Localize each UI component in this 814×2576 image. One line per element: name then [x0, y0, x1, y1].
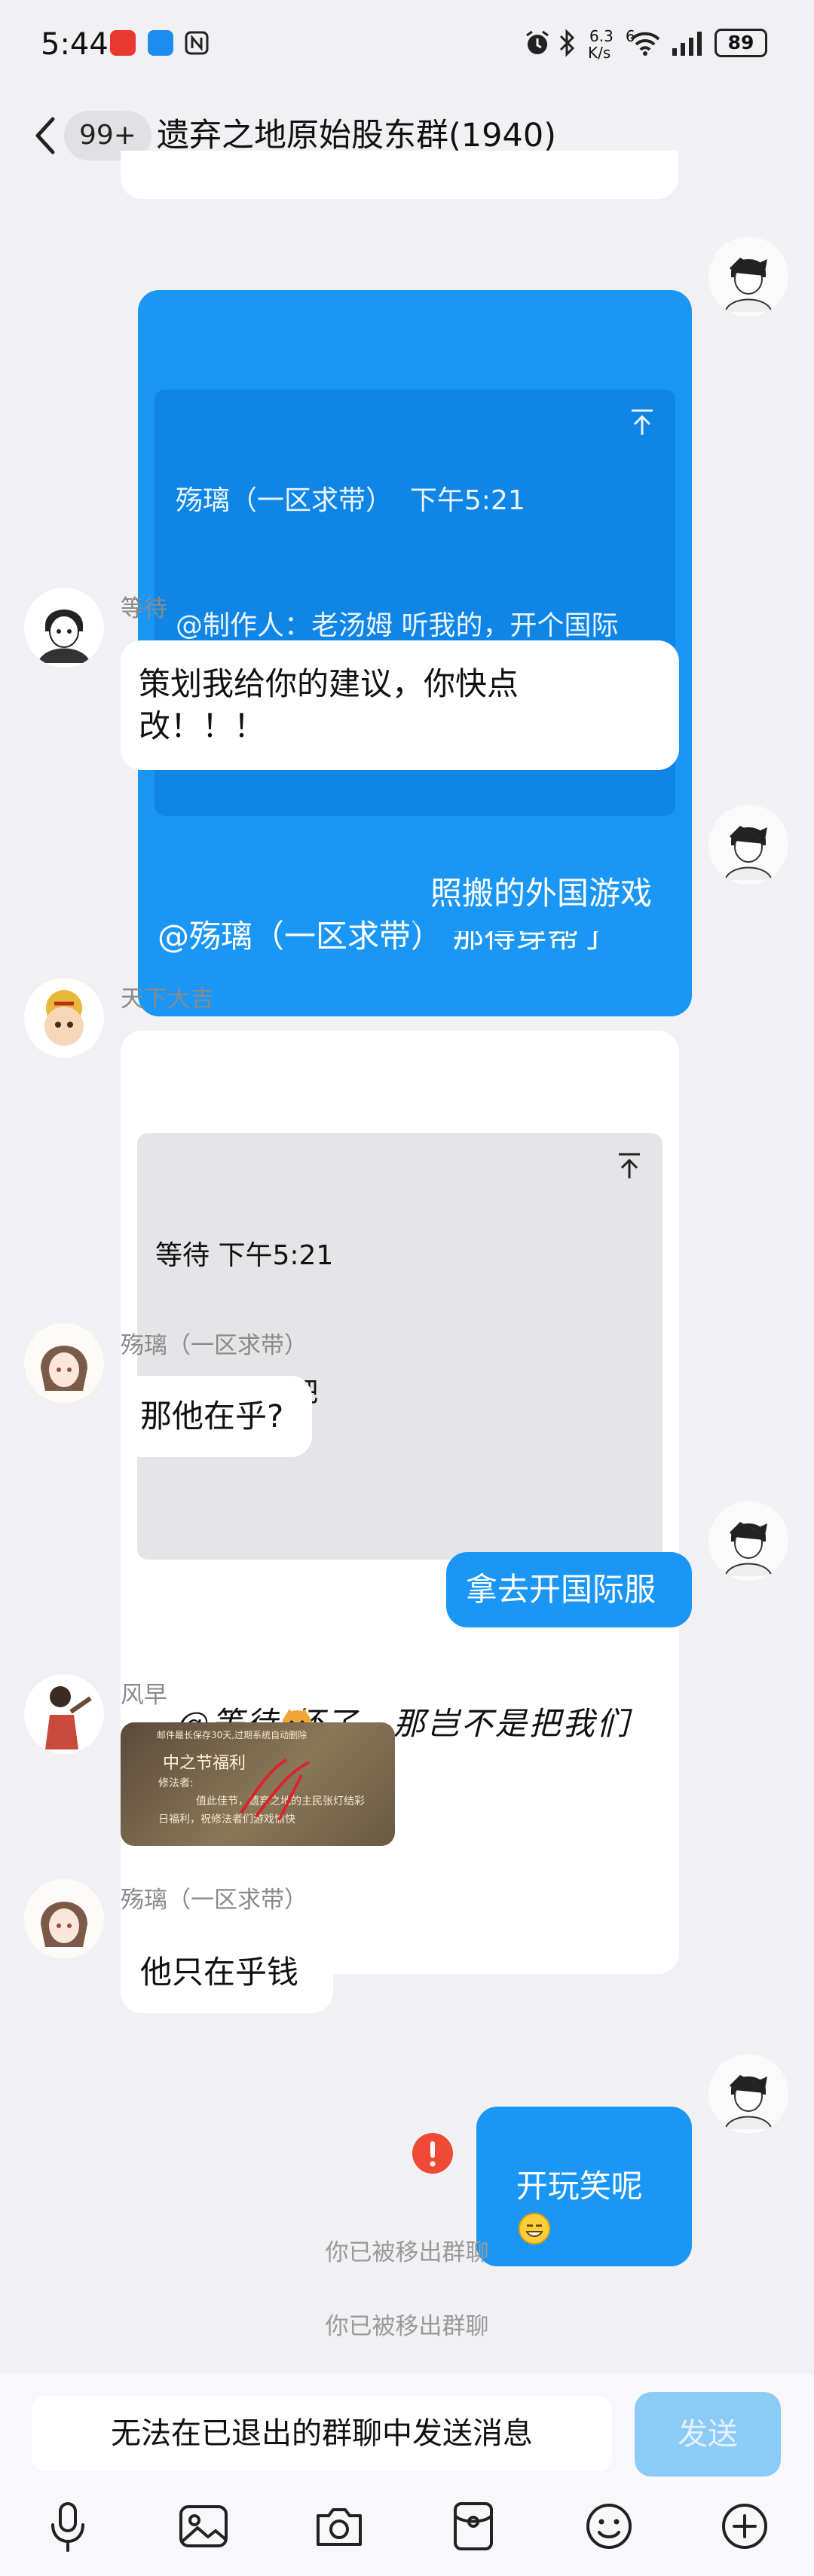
back-arrow-icon[interactable]	[27, 113, 69, 158]
image-line: 修法者:	[158, 1777, 194, 1789]
send-failed-icon[interactable]	[412, 2132, 454, 2174]
my-avatar[interactable]	[708, 237, 788, 316]
message-bubble-incoming[interactable]: 那他在乎?	[121, 1376, 312, 1457]
send-button[interactable]: 发送	[635, 2392, 781, 2477]
sender-name: 等待	[121, 595, 167, 622]
red-packet-icon[interactable]	[443, 2496, 503, 2556]
nfc-icon	[185, 31, 209, 55]
my-avatar[interactable]	[708, 805, 788, 885]
message-input-disabled: 无法在已退出的群聊中发送消息	[32, 2396, 612, 2471]
image-icon[interactable]	[173, 2496, 234, 2556]
battery-level: 89	[727, 32, 754, 53]
signal-icon	[672, 32, 702, 56]
sender-avatar[interactable]	[24, 588, 104, 668]
system-message: 你已被移出群聊	[325, 2313, 489, 2340]
quote-time: 下午5:21	[218, 1240, 334, 1271]
jump-to-quote-icon[interactable]	[629, 408, 656, 438]
message-text: 开玩笑呢	[516, 2168, 643, 2205]
status-time: 5:44	[41, 27, 109, 62]
quote-sender: 殇璃（一区求带）	[176, 485, 393, 516]
sender-avatar[interactable]	[24, 978, 104, 1058]
net-speed-unit: K/s	[588, 44, 611, 62]
message-bubble-outgoing[interactable]: 拿去开国际服	[446, 1552, 692, 1627]
message-bubble-outgoing[interactable]: 照搬的外国游戏	[411, 856, 692, 931]
bluetooth-icon	[559, 29, 575, 57]
my-avatar[interactable]	[708, 2054, 788, 2134]
status-bar: 5:44 6.3 K/s 6 89	[0, 0, 814, 90]
sender-avatar[interactable]	[24, 1323, 104, 1403]
input-bar: 无法在已退出的群聊中发送消息 发送	[0, 2373, 814, 2576]
wifi-icon	[630, 32, 660, 56]
system-message: 你已被移出群聊	[325, 2239, 489, 2266]
message-bubble-incoming[interactable]: 他只在乎钱	[121, 1932, 333, 2013]
emoji-icon[interactable]	[579, 2496, 639, 2556]
red-scribble	[240, 1759, 310, 1821]
plus-icon[interactable]	[715, 2496, 775, 2556]
my-avatar[interactable]	[708, 1501, 788, 1581]
net-speed-value: 6.3	[589, 27, 614, 45]
alarm-icon	[526, 30, 549, 54]
notification-app-icon	[110, 30, 136, 56]
sender-name: 风早	[121, 1682, 167, 1709]
message-bubble-incoming[interactable]: 策划我给你的建议，你快点 改！！！	[121, 640, 679, 770]
microphone-icon[interactable]	[38, 2496, 98, 2556]
notification-cloud-icon	[148, 30, 173, 56]
sender-name: 天下大吉	[121, 985, 214, 1013]
sender-name: 殇璃（一区求带）	[121, 1332, 308, 1359]
jump-to-quote-icon[interactable]	[616, 1151, 643, 1181]
image-message[interactable]: 邮件最长保存30天,过期系统自动删除 中之节福利 修法者: 值此佳节，遗弃之地的…	[121, 1722, 395, 1846]
sender-name: 殇璃（一区求带）	[121, 1887, 308, 1914]
sender-avatar[interactable]	[24, 1879, 104, 1959]
camera-icon[interactable]	[309, 2496, 369, 2556]
previous-message-bubble	[121, 151, 678, 199]
quote-time: 下午5:21	[409, 485, 525, 516]
battery-icon: 89	[715, 29, 767, 57]
sender-avatar[interactable]	[24, 1674, 104, 1754]
quote-sender: 等待	[155, 1240, 210, 1271]
image-line: 邮件最长保存30天,过期系统自动删除	[157, 1730, 308, 1740]
